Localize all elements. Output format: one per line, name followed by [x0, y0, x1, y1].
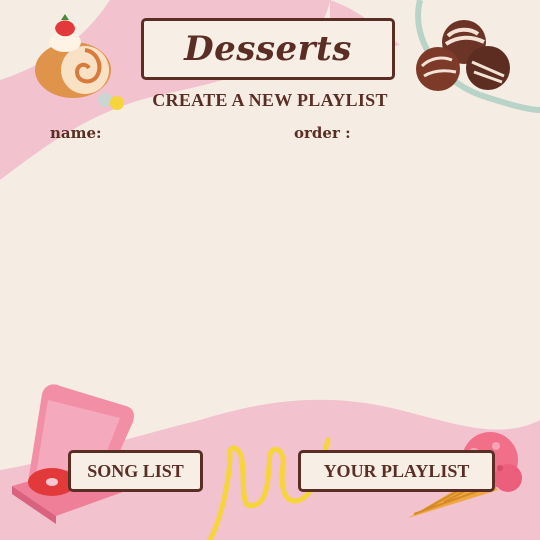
title-box: Desserts [141, 18, 395, 80]
cake-roll-icon [35, 14, 111, 98]
chocolate-truffles-icon [416, 20, 510, 91]
song-list-button[interactable]: SONG LIST [68, 450, 203, 492]
your-playlist-button[interactable]: YOUR PLAYLIST [298, 450, 495, 492]
name-label: name: [50, 124, 102, 142]
page-subtitle: CREATE A NEW PLAYLIST [152, 90, 388, 110]
order-label: order : [294, 124, 351, 142]
page-title: Desserts [184, 29, 352, 69]
